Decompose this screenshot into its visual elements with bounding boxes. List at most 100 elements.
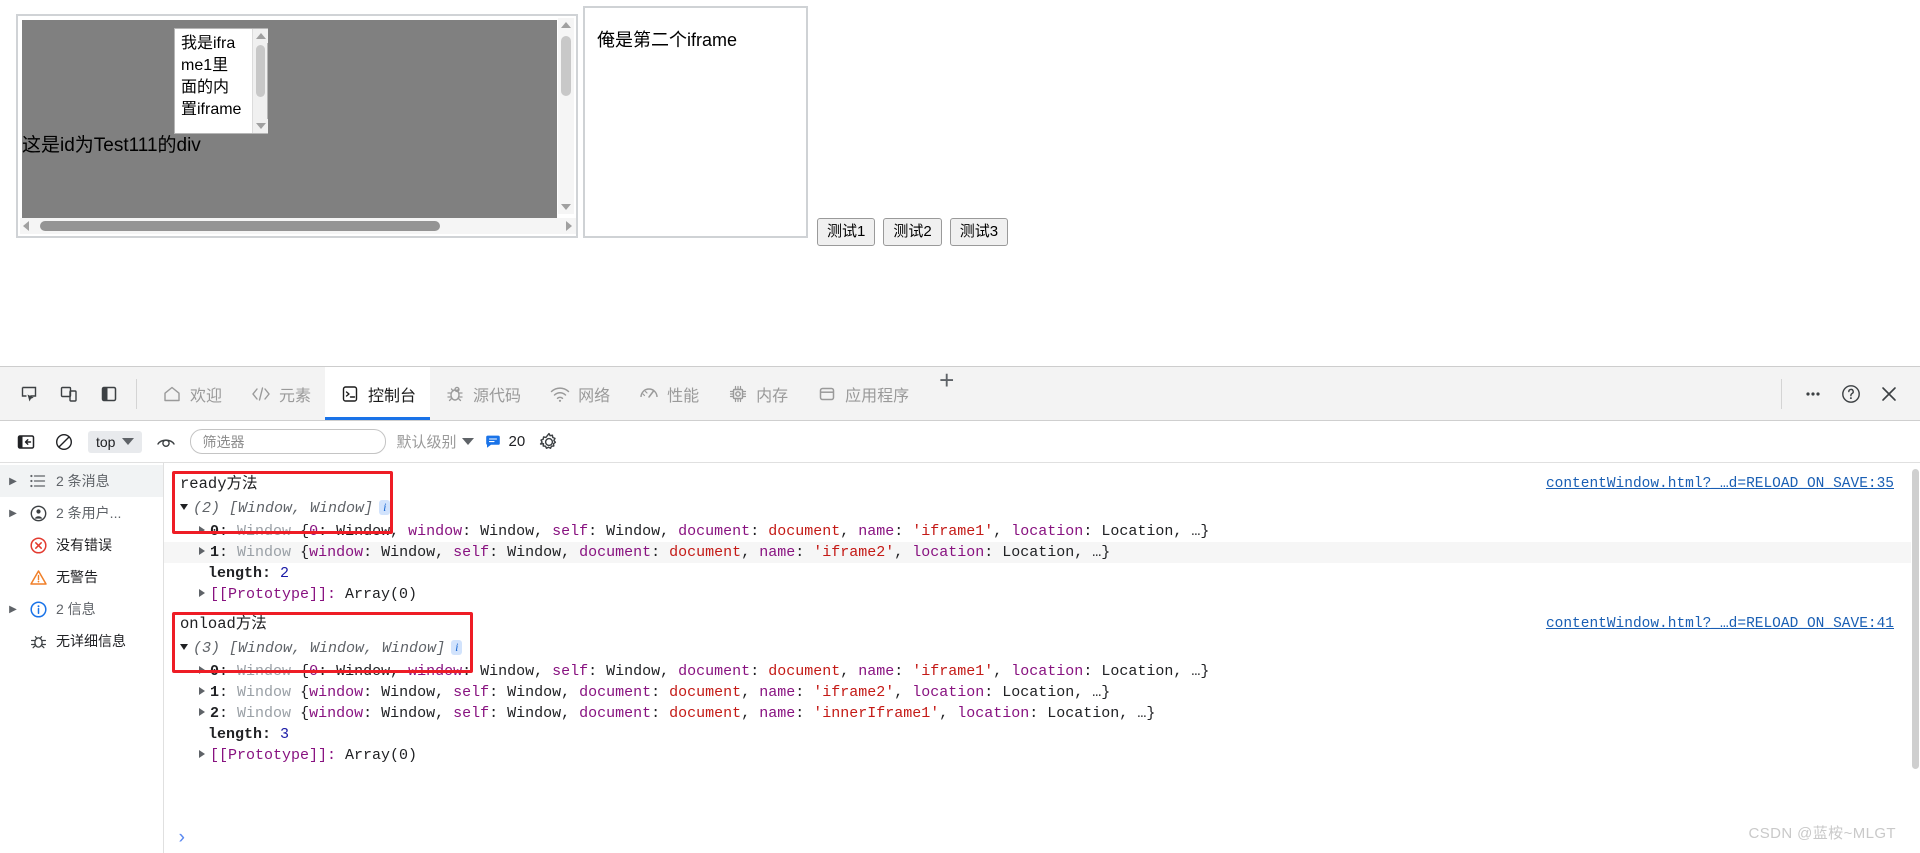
length-value: 2 <box>280 565 290 582</box>
expand-arrow-icon[interactable] <box>199 708 205 716</box>
home-icon <box>161 383 183 405</box>
expand-arrow-icon[interactable] <box>199 687 205 695</box>
issues-counter[interactable]: 20 <box>484 433 525 451</box>
sidebar-item-info[interactable]: ▶ 2 信息 <box>0 593 163 625</box>
warning-triangle-icon <box>27 566 49 588</box>
issues-count: 20 <box>508 433 526 450</box>
array-length-row: length: 2 <box>164 563 1920 584</box>
array-row-0[interactable]: 0: Window {0: Window, window: Window, se… <box>164 521 1920 542</box>
add-panel-button[interactable]: + <box>923 367 970 420</box>
more-options-icon[interactable] <box>1796 377 1830 411</box>
sidebar-item-errors[interactable]: 没有错误 <box>0 529 163 561</box>
scroll-up-arrow-icon[interactable] <box>253 29 268 43</box>
source-link-ready[interactable]: contentWindow.html?_…d=RELOAD_ON_SAVE:35 <box>1546 472 1894 497</box>
iframe2-container[interactable]: 俺是第二个iframe <box>583 6 808 238</box>
code-brackets-icon <box>250 383 272 405</box>
sidebar-item-label: 没有错误 <box>56 537 112 553</box>
prototype-label: [[Prototype]]: <box>210 747 337 764</box>
console-prompt[interactable]: › <box>164 825 187 851</box>
array-row-1[interactable]: 1: Window {window: Window, self: Window,… <box>164 682 1920 703</box>
info-badge[interactable]: i <box>451 640 463 655</box>
array-length-row: length: 3 <box>164 724 1920 745</box>
help-question-icon[interactable] <box>1834 377 1868 411</box>
expand-arrow-icon[interactable] <box>199 526 205 534</box>
tab-performance[interactable]: 性能 <box>624 367 713 420</box>
close-devtools-icon[interactable] <box>1872 377 1906 411</box>
expand-arrow-icon[interactable] <box>199 547 205 555</box>
sidebar-item-label: 无警告 <box>56 569 98 585</box>
live-expression-eye-icon[interactable] <box>152 428 180 456</box>
row-index: 0 <box>210 663 220 680</box>
array-header-onload[interactable]: (3) [Window, Window, Window] i <box>164 637 1920 661</box>
devtools-tabbar: 欢迎 元素 控制台 源代码 网络 性能 内存 应用程序 + <box>0 367 1920 421</box>
inspect-element-icon[interactable] <box>12 377 46 411</box>
iframe1-horizontal-scrollbar[interactable] <box>20 218 576 234</box>
array-header-ready[interactable]: (2) [Window, Window] i <box>164 497 1920 521</box>
tab-welcome[interactable]: 欢迎 <box>147 367 236 420</box>
show-console-sidebar-icon[interactable] <box>12 428 40 456</box>
collapse-arrow-icon[interactable] <box>180 644 188 650</box>
tab-application[interactable]: 应用程序 <box>802 367 923 420</box>
tab-network[interactable]: 网络 <box>535 367 624 420</box>
iframe1-container[interactable]: 这是id为Test111的div 我是iframe1里面的内置iframe <box>16 14 578 238</box>
scrollbar-thumb[interactable] <box>256 45 265 97</box>
array-row-1[interactable]: 1: Window {window: Window, self: Window,… <box>164 542 1920 563</box>
tab-label: 应用程序 <box>845 387 910 405</box>
inner-iframe-text: 我是iframe1里面的内置iframe <box>181 35 242 118</box>
sidebar-item-messages[interactable]: ▶ 2 条消息 <box>0 465 163 497</box>
expand-arrow-icon[interactable] <box>199 666 205 674</box>
console-scrollbar[interactable] <box>1911 463 1920 853</box>
settings-gear-icon[interactable] <box>535 428 563 456</box>
scroll-down-arrow-icon[interactable] <box>253 119 268 133</box>
log-level-select[interactable]: 默认级别 <box>396 431 475 452</box>
dock-side-panel-icon[interactable] <box>92 377 126 411</box>
row-index: 0 <box>210 523 220 540</box>
scrollbar-thumb[interactable] <box>1912 469 1919 769</box>
sidebar-item-verbose[interactable]: 无详细信息 <box>0 625 163 657</box>
source-link-onload[interactable]: contentWindow.html?_…d=RELOAD_ON_SAVE:41 <box>1546 612 1894 637</box>
array-row-2[interactable]: 2: Window {window: Window, self: Window,… <box>164 703 1920 724</box>
device-toolbar-icon[interactable] <box>52 377 86 411</box>
array-row-0[interactable]: 0: Window {0: Window, window: Window, se… <box>164 661 1920 682</box>
inner-iframe-vertical-scrollbar[interactable] <box>252 29 268 133</box>
iframe1-vertical-scrollbar[interactable] <box>558 18 574 214</box>
array-prototype-row[interactable]: [[Prototype]]: Array(0) <box>164 584 1920 605</box>
memory-chip-icon <box>727 383 749 405</box>
prototype-value: Array(0) <box>345 586 418 603</box>
clear-console-icon[interactable] <box>50 428 78 456</box>
info-circle-icon <box>27 598 49 620</box>
array-prototype-row[interactable]: [[Prototype]]: Array(0) <box>164 745 1920 766</box>
expand-arrow-icon[interactable]: ▶ <box>6 508 20 519</box>
context-value: top <box>96 433 116 450</box>
speedometer-performance-icon <box>638 383 660 405</box>
length-value: 3 <box>280 726 290 743</box>
info-badge[interactable]: i <box>379 500 391 515</box>
scroll-left-arrow-icon[interactable] <box>20 218 34 234</box>
prototype-value: Array(0) <box>345 747 418 764</box>
test-2-button[interactable]: 测试2 <box>883 218 942 246</box>
expand-arrow-icon[interactable]: ▶ <box>6 476 20 487</box>
expand-arrow-icon[interactable]: ▶ <box>6 604 20 615</box>
web-page-area: 这是id为Test111的div 我是iframe1里面的内置iframe 俺是… <box>0 0 1920 366</box>
execution-context-select[interactable]: top <box>88 430 143 453</box>
expand-arrow-icon[interactable] <box>199 589 205 597</box>
tab-elements[interactable]: 元素 <box>236 367 325 420</box>
inner-iframe-container[interactable]: 我是iframe1里面的内置iframe <box>174 28 268 134</box>
test-3-button[interactable]: 测试3 <box>949 218 1009 246</box>
devtools-left-icons <box>0 377 126 411</box>
filter-input[interactable] <box>190 429 387 454</box>
issues-speech-icon <box>486 435 501 448</box>
test-1-button[interactable]: 测试1 <box>817 218 876 246</box>
sidebar-item-warnings[interactable]: 无警告 <box>0 561 163 593</box>
tab-memory[interactable]: 内存 <box>713 367 802 420</box>
tab-sources[interactable]: 源代码 <box>430 367 535 420</box>
scrollbar-thumb[interactable] <box>40 221 440 231</box>
sidebar-item-user-messages[interactable]: ▶ 2 条用户... <box>0 497 163 529</box>
scroll-right-arrow-icon[interactable] <box>562 218 576 234</box>
tab-console[interactable]: 控制台 <box>325 367 431 420</box>
row-type: Window <box>237 544 292 561</box>
application-panel-icon <box>816 383 838 405</box>
collapse-arrow-icon[interactable] <box>180 504 188 510</box>
scrollbar-thumb[interactable] <box>561 36 571 96</box>
expand-arrow-icon[interactable] <box>199 750 205 758</box>
